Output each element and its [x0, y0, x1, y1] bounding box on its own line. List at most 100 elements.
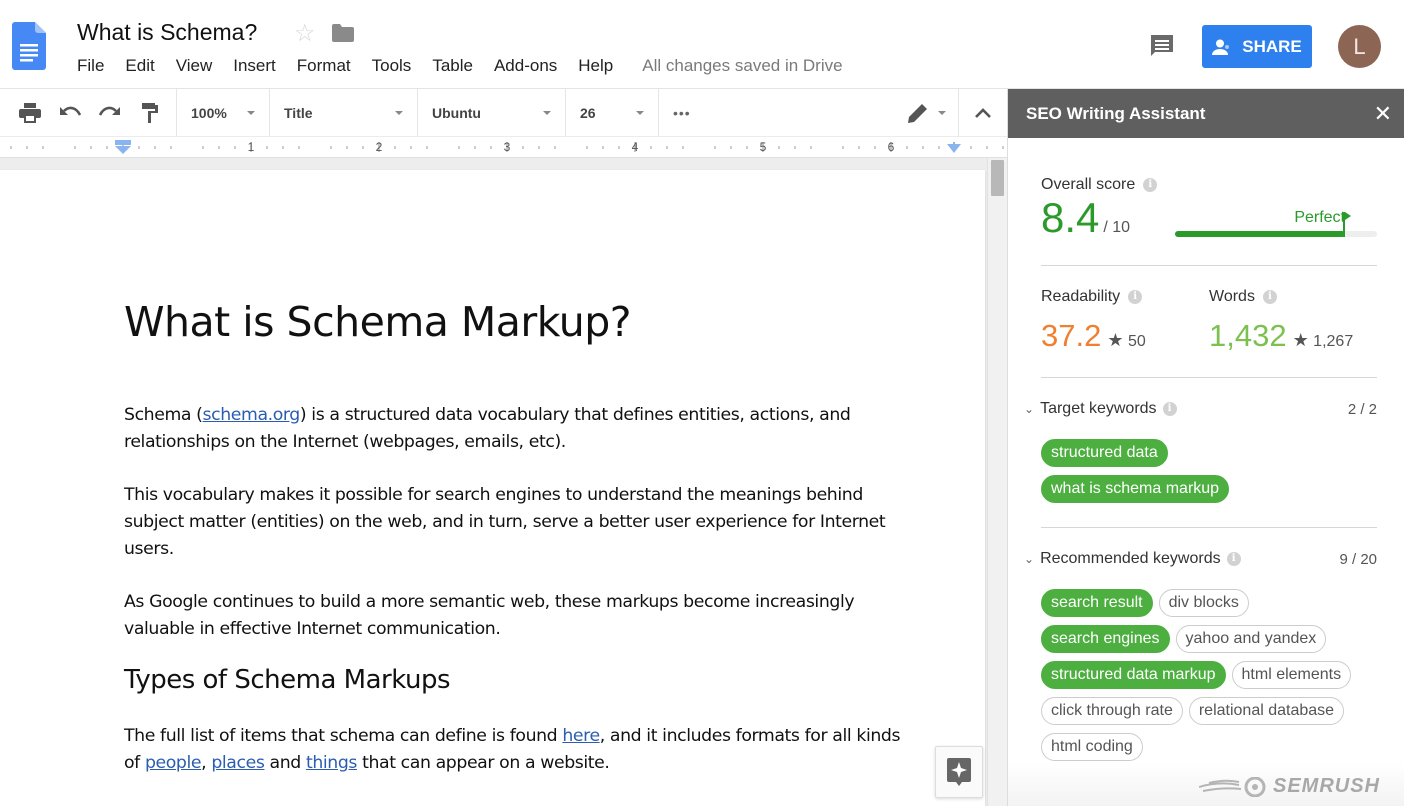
text: of: [124, 753, 145, 773]
info-icon[interactable]: i: [1128, 290, 1143, 304]
chevron-down-icon: [636, 110, 644, 115]
menu-edit[interactable]: Edit: [125, 56, 154, 76]
menu-tools[interactable]: Tools: [372, 56, 412, 76]
paragraph-1: Schema (schema.org) is a structured data…: [124, 402, 964, 456]
font-select[interactable]: Ubuntu: [418, 88, 566, 137]
document-page[interactable]: What is Schema Markup? Schema (schema.or…: [0, 170, 985, 806]
keyword-chip[interactable]: html elements: [1231, 661, 1352, 689]
people-link[interactable]: people: [145, 753, 202, 773]
readability-target: 50: [1127, 333, 1146, 350]
menu-insert[interactable]: Insert: [233, 56, 276, 76]
keyword-chip[interactable]: yahoo and yandex: [1175, 625, 1327, 653]
section-heading: Types of Schema Markups: [124, 665, 451, 695]
keyword-chip[interactable]: structured data: [1041, 439, 1168, 467]
save-status[interactable]: All changes saved in Drive: [642, 56, 842, 76]
font-size-select[interactable]: 26: [566, 88, 659, 137]
info-icon[interactable]: i: [1162, 402, 1177, 416]
schema-org-link[interactable]: schema.org: [203, 405, 301, 425]
recommended-keywords-section: ⌄ Recommended keywords i 9 / 20 search res…: [1024, 550, 1377, 761]
editing-mode-button[interactable]: [908, 103, 946, 123]
keyword-chip[interactable]: click through rate: [1041, 697, 1183, 725]
panel-footer: SEMRUSH: [1008, 762, 1404, 806]
semrush-logo: SEMRUSH: [1198, 775, 1380, 798]
menu-table[interactable]: Table: [432, 56, 473, 76]
explore-icon: [947, 758, 971, 786]
ruler-number: 2: [375, 140, 383, 154]
info-icon[interactable]: i: [1226, 552, 1241, 566]
recommended-keywords-header[interactable]: ⌄ Recommended keywords i 9 / 20: [1024, 550, 1377, 568]
keyword-chip[interactable]: search engines: [1041, 625, 1170, 653]
readability-value: 37.2: [1041, 318, 1102, 353]
folder-icon[interactable]: [332, 24, 354, 42]
toolbar-more-group: •••: [659, 88, 959, 137]
keyword-chip[interactable]: html coding: [1041, 733, 1143, 761]
ruler-number: 4: [631, 140, 639, 154]
scrollbar-thumb[interactable]: [991, 160, 1004, 196]
target-keywords-list: structured data what is schema markup: [1041, 439, 1361, 503]
menu-view[interactable]: View: [176, 56, 213, 76]
menu-add-ons[interactable]: Add-ons: [494, 56, 557, 76]
menu-file[interactable]: File: [77, 56, 104, 76]
text: , and it includes formats for all kinds: [599, 726, 901, 746]
undo-icon[interactable]: [50, 93, 90, 133]
star-icon[interactable]: ☆: [294, 19, 316, 48]
info-icon[interactable]: i: [1143, 178, 1158, 192]
comment-icon[interactable]: [1149, 33, 1175, 59]
target-keywords-header[interactable]: ⌄ Target keywords i 2 / 2: [1024, 400, 1377, 418]
paragraph-3: As Google continues to build a more sema…: [124, 589, 964, 643]
right-indent-marker[interactable]: [947, 142, 961, 154]
document-title[interactable]: What is Schema?: [77, 19, 257, 46]
text: that can appear on a website.: [357, 753, 610, 773]
chevron-down-icon: [395, 110, 403, 115]
things-link[interactable]: things: [306, 753, 357, 773]
share-button[interactable]: SHARE: [1202, 25, 1312, 68]
user-avatar[interactable]: L: [1338, 25, 1381, 68]
ruler[interactable]: 1 2 3 4 5 6: [0, 137, 1007, 158]
chevron-down-icon: [543, 110, 551, 115]
style-select[interactable]: Title: [270, 88, 418, 137]
ruler-number: 3: [503, 140, 511, 154]
progress-fill: [1175, 231, 1345, 237]
panel-title: SEO Writing Assistant: [1026, 103, 1206, 123]
document-scrollbar[interactable]: [987, 158, 1007, 806]
overall-score-section: Overall score i 8.4 / 10 Perfect: [1041, 176, 1377, 246]
font-value: Ubuntu: [432, 104, 481, 121]
explore-button[interactable]: [935, 746, 983, 798]
score-out-of: / 10: [1103, 219, 1131, 236]
chevron-down-icon: [938, 110, 946, 115]
menu-help[interactable]: Help: [578, 56, 613, 76]
close-icon[interactable]: ✕: [1374, 101, 1392, 127]
words-target: 1,267: [1313, 333, 1354, 350]
text: and: [264, 753, 306, 773]
keyword-chip[interactable]: relational database: [1188, 697, 1345, 725]
score-number: 8.4: [1041, 194, 1100, 241]
keyword-chip[interactable]: structured data markup: [1041, 661, 1226, 689]
section-label: Target keywords: [1040, 400, 1157, 417]
overall-score-label: Overall score i: [1041, 176, 1377, 194]
menu-format[interactable]: Format: [297, 56, 351, 76]
more-options-button[interactable]: •••: [673, 105, 691, 121]
info-icon[interactable]: i: [1262, 290, 1277, 304]
here-link[interactable]: here: [562, 726, 600, 746]
google-docs-icon[interactable]: [12, 22, 46, 70]
semrush-fireball-icon: [1198, 776, 1266, 797]
docs-header: What is Schema? ☆ File Edit View Insert …: [0, 0, 1404, 89]
left-indent-marker[interactable]: [115, 140, 131, 154]
zoom-value: 100%: [191, 104, 227, 121]
font-size-value: 26: [580, 104, 596, 121]
print-icon[interactable]: [10, 93, 50, 133]
google-docs-app: What is Schema? ☆ File Edit View Insert …: [0, 0, 1404, 806]
keyword-chip[interactable]: what is schema markup: [1041, 475, 1230, 503]
readability-label: Readability: [1041, 288, 1121, 305]
keyword-chip[interactable]: div blocks: [1158, 589, 1249, 617]
zoom-select[interactable]: 100%: [177, 88, 270, 137]
places-link[interactable]: places: [211, 753, 265, 773]
collapse-toolbar-button[interactable]: [959, 89, 1007, 137]
chevron-down-icon: [247, 110, 255, 115]
star-icon: ★: [1292, 330, 1309, 350]
ruler-number: 1: [247, 140, 255, 154]
redo-icon[interactable]: [90, 93, 130, 133]
paint-format-icon[interactable]: [130, 93, 170, 133]
keyword-chip[interactable]: search result: [1041, 589, 1153, 617]
words-value: 1,432: [1209, 318, 1287, 353]
